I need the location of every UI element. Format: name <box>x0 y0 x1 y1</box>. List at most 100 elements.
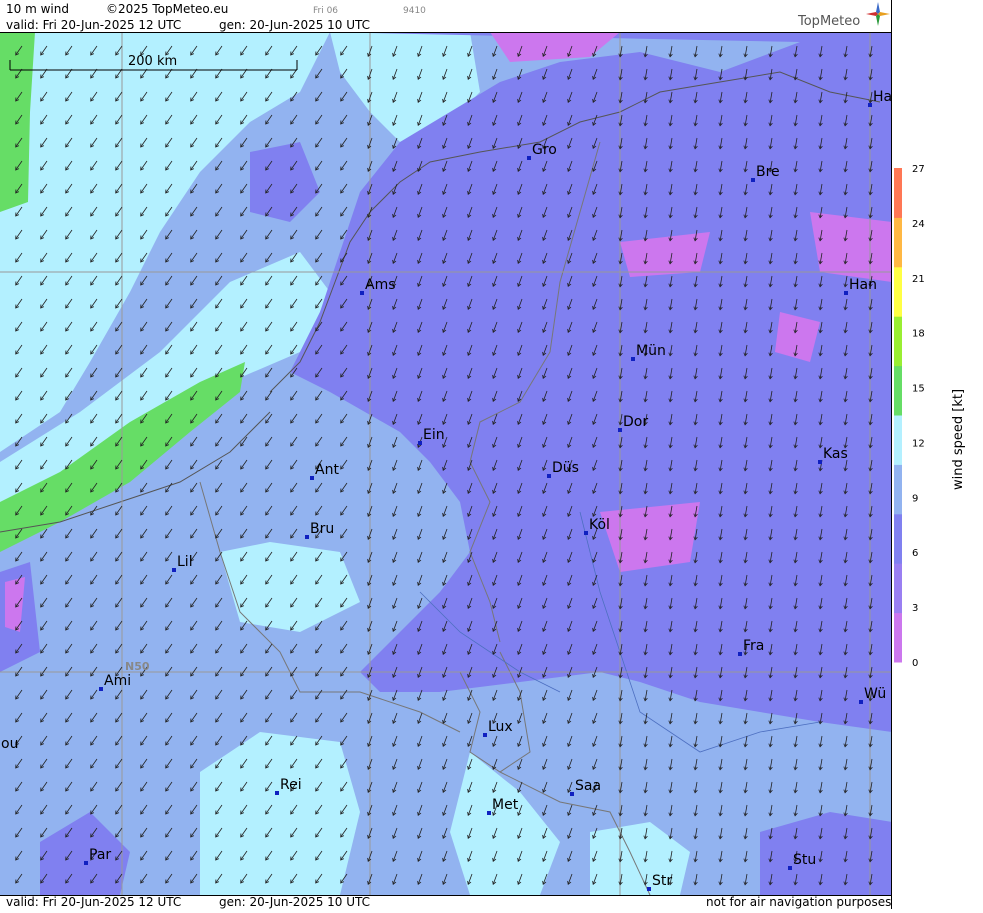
city-dot <box>868 103 872 107</box>
city-marker-9: Düs <box>547 460 579 478</box>
city-dot <box>751 178 755 182</box>
city-label: Saa <box>575 778 601 794</box>
copyright-text: ©2025 TopMeteo.eu <box>106 2 229 16</box>
city-marker-11: Bru <box>305 521 334 539</box>
city-label: Ant <box>315 462 339 478</box>
city-label: Rei <box>280 777 302 793</box>
frame-top <box>0 32 892 33</box>
legend-color-band <box>894 266 902 317</box>
footer-disclaimer: not for air navigation purposes <box>706 895 892 909</box>
city-dot <box>631 357 635 361</box>
city-marker-16: Wü <box>859 686 886 704</box>
legend-color-band <box>894 365 902 416</box>
wind-field-9-12kt-south <box>200 732 360 895</box>
legend-tick-label: 24 <box>912 219 925 230</box>
city-dot <box>310 476 314 480</box>
run-code: 9410 <box>403 6 426 16</box>
city-dot <box>527 156 531 160</box>
city-dot <box>172 568 176 572</box>
legend-color-band <box>894 415 902 465</box>
city-marker-5: Mün <box>631 343 666 361</box>
brand-name: TopMeteo <box>798 14 861 29</box>
city-label: Met <box>492 797 519 813</box>
city-label: Düs <box>552 460 579 476</box>
city-label: ou <box>1 736 18 752</box>
city-label: Lil <box>177 554 193 570</box>
generated-time: gen: 20-Jun-2025 10 UTC <box>219 18 371 32</box>
city-dot <box>647 887 651 891</box>
legend-tick-label: 15 <box>912 384 925 395</box>
city-dot <box>483 733 487 737</box>
city-marker-4: Han <box>844 277 877 295</box>
city-marker-2: Bre <box>751 164 780 182</box>
city-dot <box>305 535 309 539</box>
city-label: Bru <box>310 521 334 537</box>
city-dot <box>584 531 588 535</box>
footer-valid-time: valid: Fri 20-Jun-2025 12 UTC <box>6 895 182 909</box>
city-marker-7: Dor <box>618 414 648 432</box>
city-marker-18: ou <box>1 736 18 752</box>
city-dot <box>84 861 88 865</box>
city-label: Fra <box>743 638 764 654</box>
valid-time: valid: Fri 20-Jun-2025 12 UTC <box>6 18 182 32</box>
city-label: Kas <box>823 446 848 462</box>
city-marker-17: Lux <box>483 719 513 737</box>
city-label: Han <box>849 277 877 293</box>
legend-tick-label: 9 <box>912 493 918 504</box>
legend-color-band <box>894 168 902 218</box>
city-dot <box>275 791 279 795</box>
city-label: Ams <box>365 277 396 293</box>
city-dot <box>487 811 491 815</box>
city-label: Stu <box>793 852 816 868</box>
city-dot <box>788 866 792 870</box>
city-marker-22: Par <box>84 847 111 865</box>
city-dot <box>818 460 822 464</box>
city-label: Mün <box>636 343 666 359</box>
legend-tick-label: 12 <box>912 438 925 449</box>
city-dot <box>99 687 103 691</box>
compass-logo-icon <box>866 2 890 26</box>
footer-generated-time: gen: 20-Jun-2025 10 UTC <box>219 895 371 909</box>
city-label: Dor <box>623 414 648 430</box>
forecast-step-label: Fri 06 <box>313 6 339 16</box>
city-dot <box>360 291 364 295</box>
legend-color-band <box>894 316 902 367</box>
city-dot <box>844 291 848 295</box>
legend-panel: 27 24 21 18 15 12 9 6 3 0 wind speed [kt] <box>892 0 983 909</box>
city-label: Bre <box>756 164 780 180</box>
legend-tick-label: 6 <box>912 548 918 559</box>
scale-label: 200 km <box>128 54 177 69</box>
city-dot <box>418 441 422 445</box>
city-label: Gro <box>532 142 557 158</box>
legend-color-band <box>894 464 902 515</box>
wind-map: 200 km N50 Ha Gro Bre Ams Han Mün Ein Dor Ant Düs… <box>0 32 892 895</box>
city-label: Str <box>652 873 672 889</box>
latitude-label: N50 <box>125 660 150 673</box>
city-marker-21: Met <box>487 797 519 815</box>
city-marker-20: Saa <box>570 778 601 796</box>
city-label: Ami <box>104 673 131 689</box>
city-dot <box>547 474 551 478</box>
legend-tick-label: 0 <box>912 658 918 669</box>
legend-tick-label: 3 <box>912 603 918 614</box>
city-dot <box>618 428 622 432</box>
city-dot <box>738 652 742 656</box>
city-marker-3: Ams <box>360 277 396 295</box>
legend-title: wind speed [kt] <box>951 389 966 490</box>
city-marker-1: Gro <box>527 142 557 160</box>
city-label: Ha <box>873 89 892 105</box>
map-title: 10 m wind <box>6 2 69 16</box>
legend-tick-label: 18 <box>912 329 925 340</box>
city-dot <box>859 700 863 704</box>
frame-right <box>891 0 892 909</box>
city-dot <box>570 792 574 796</box>
city-label: Par <box>89 847 111 863</box>
city-marker-23: Stu <box>788 852 816 870</box>
legend-color-band <box>894 513 902 564</box>
city-label: Ein <box>423 427 445 443</box>
city-label: Wü <box>864 686 886 702</box>
legend-tick-label: 21 <box>912 274 925 285</box>
city-label: Köl <box>589 517 610 533</box>
legend-color-band <box>894 217 902 268</box>
city-marker-10: Kas <box>818 446 848 464</box>
